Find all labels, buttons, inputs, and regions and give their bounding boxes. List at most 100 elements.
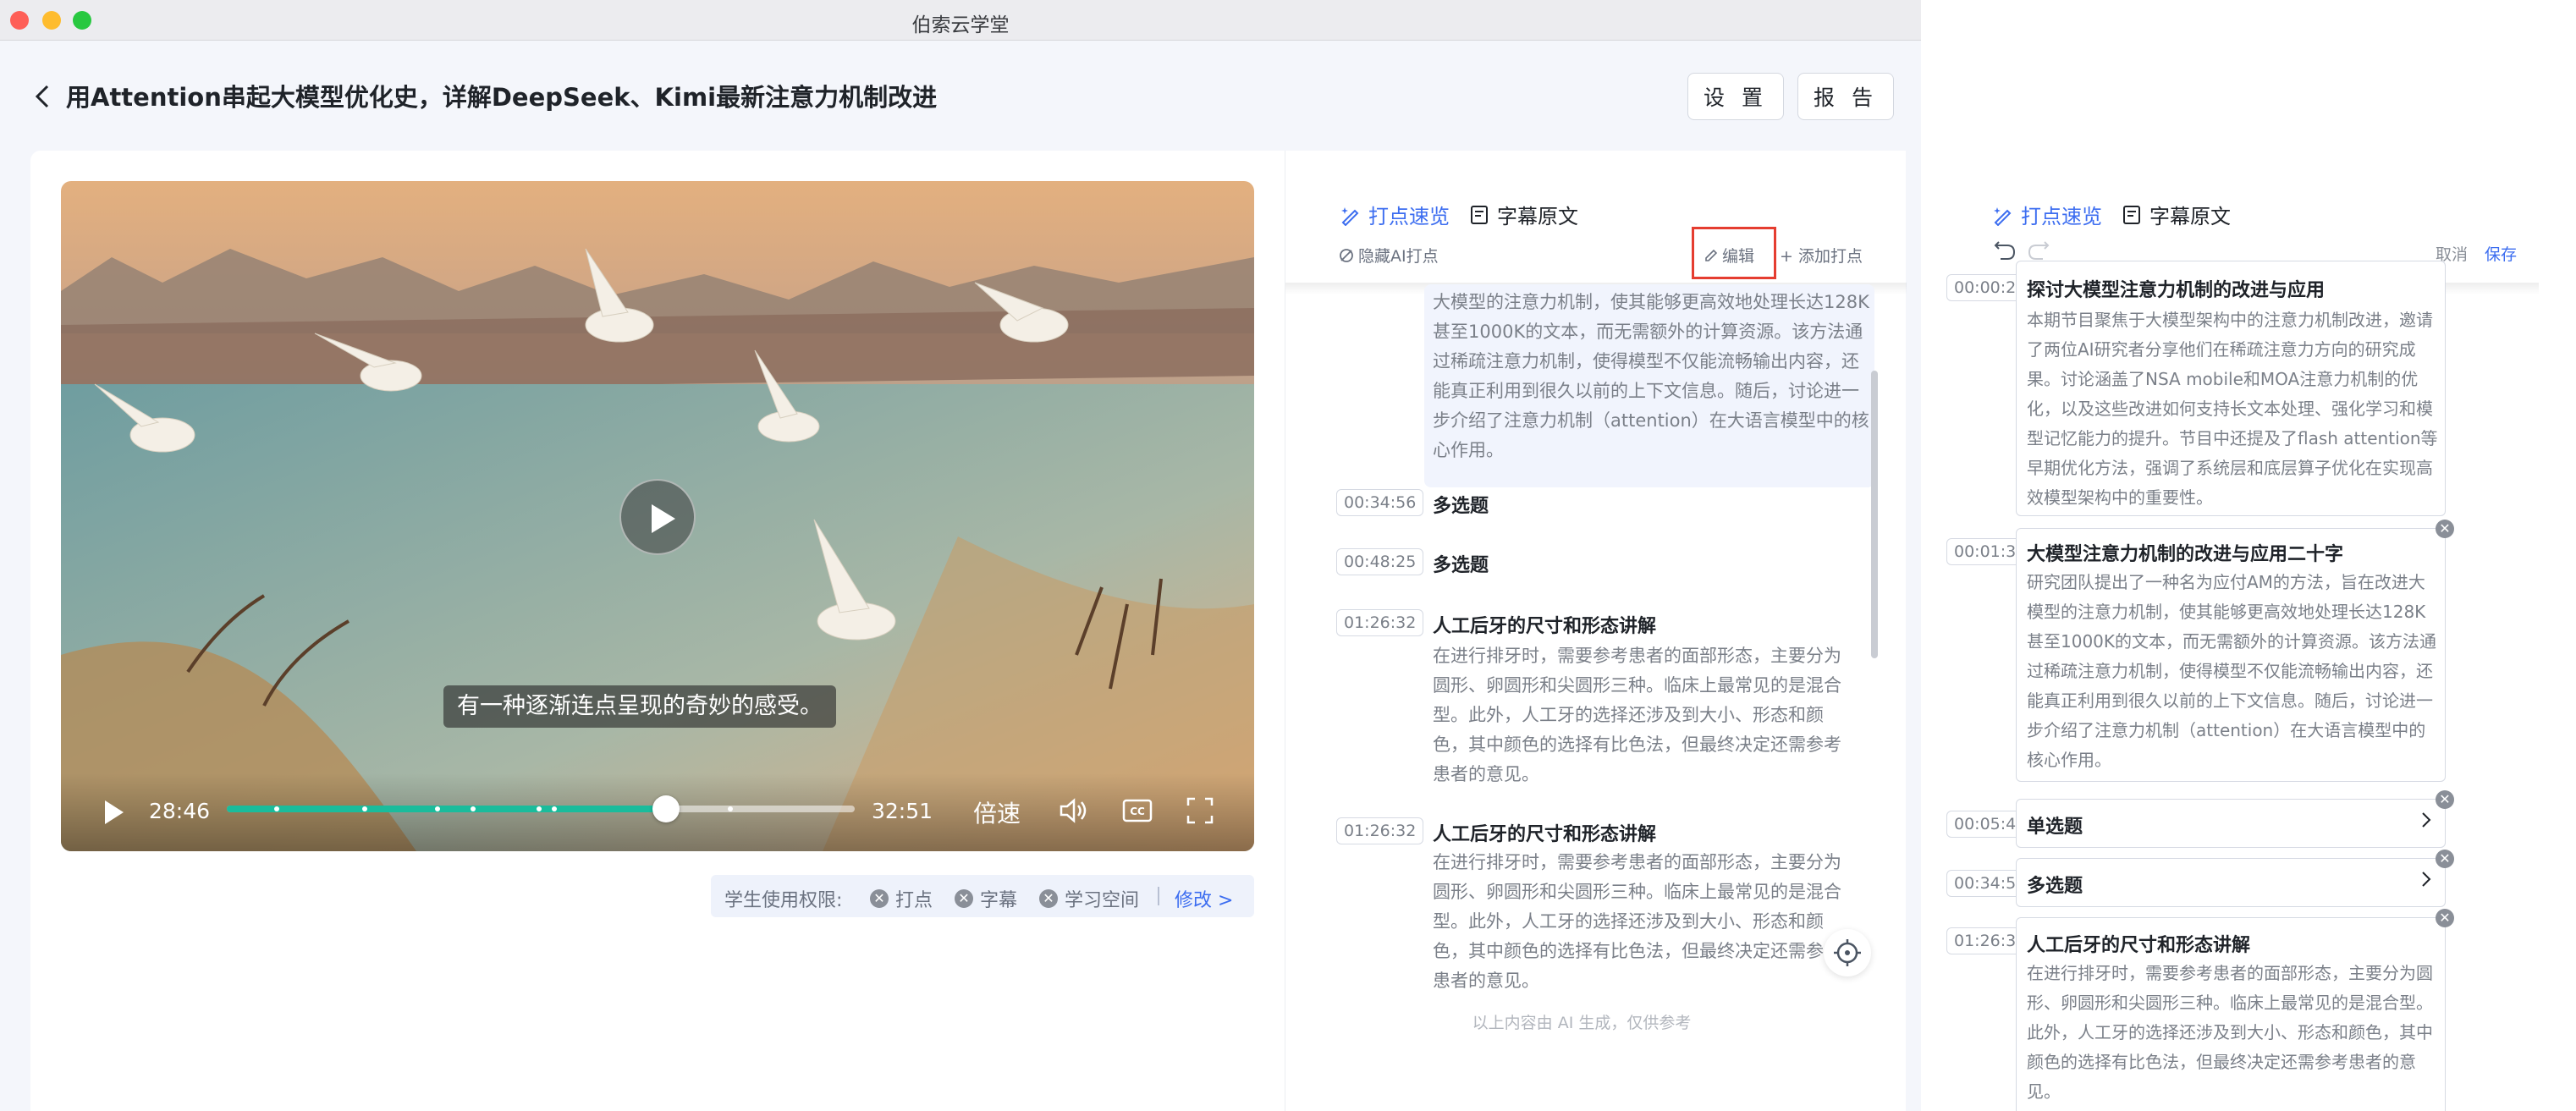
permission-study-space[interactable]: ✕ 学习空间	[1039, 885, 1139, 912]
big-play-button[interactable]	[619, 479, 696, 555]
sparkle-pen-icon	[1341, 206, 1359, 226]
card-title[interactable]: 人工后牙的尺寸和形态讲解	[2027, 930, 2250, 957]
tab-marks-overview[interactable]: 打点速览	[1340, 200, 1450, 229]
play-icon	[652, 504, 675, 533]
marker-dot[interactable]	[362, 806, 367, 811]
mark-card[interactable]: 单选题	[2016, 799, 2446, 848]
window-title: 伯索云学堂	[911, 14, 1010, 36]
close-icon: ✕	[1039, 889, 1058, 908]
app-window: 伯索云学堂 用Attention串起大模型优化史，详解DeepSeek、Kimi…	[0, 0, 1921, 1111]
scrollbar[interactable]	[1871, 371, 1878, 658]
permissions-label: 学生使用权限:	[724, 890, 843, 911]
ai-disclaimer: 以上内容由 AI 生成，仅供参考	[1472, 1014, 1692, 1032]
marker-dot[interactable]	[537, 806, 542, 811]
timestamp[interactable]: 01:26:32	[1336, 817, 1424, 844]
total-time: 32:51	[872, 799, 933, 823]
save-button[interactable]: 保存	[2485, 242, 2517, 265]
close-icon: ✕	[2439, 520, 2451, 536]
tab-marks-overview[interactable]: 打点速览	[1992, 200, 2102, 229]
chevron-right-icon	[2422, 872, 2431, 887]
edit-button[interactable]: 编辑	[1704, 244, 1754, 267]
hide-ai-marks-toggle[interactable]: 隐藏AI打点	[1338, 244, 1439, 267]
student-permissions-bar: 学生使用权限: ✕ 打点 ✕ 字幕 ✕ 学习空间 修改 >	[711, 875, 1254, 917]
fullscreen-button[interactable]	[1183, 794, 1217, 828]
page-header: 用Attention串起大模型优化史，详解DeepSeek、Kimi最新注意力机…	[0, 41, 1921, 151]
page-title: 用Attention串起大模型优化史，详解DeepSeek、Kimi最新注意力机…	[66, 83, 938, 112]
entry-title[interactable]: 人工后牙的尺寸和形态讲解	[1433, 819, 1656, 846]
mark-card[interactable]: 大模型注意力机制的改进与应用二十字 研究团队提出了一种名为应付AM的方法，旨在改…	[2016, 528, 2446, 782]
card-body[interactable]: 研究团队提出了一种名为应付AM的方法，旨在改进大模型的注意力机制，使其能够更高效…	[2027, 568, 2440, 775]
hide-eye-icon	[1340, 248, 1353, 262]
entry-body: 在进行排牙时，需要参考患者的面部形态，主要分为圆形、卵圆形和尖圆形三种。临床上最…	[1433, 852, 1841, 988]
report-button[interactable]: 报 告	[1797, 73, 1894, 120]
marker-dot[interactable]	[728, 806, 733, 811]
volume-button[interactable]	[1056, 794, 1090, 828]
permission-marks[interactable]: ✕ 打点	[870, 885, 933, 912]
marker-dot[interactable]	[435, 806, 440, 811]
captions-button[interactable]: CC	[1120, 794, 1154, 828]
card-title[interactable]: 大模型注意力机制的改进与应用二十字	[2027, 539, 2343, 566]
card-title[interactable]: 单选题	[2027, 811, 2083, 839]
progress-fill	[227, 806, 667, 812]
locate-current-button[interactable]	[1824, 929, 1871, 976]
play-button[interactable]	[103, 799, 125, 826]
progress-knob[interactable]	[652, 795, 680, 822]
subtitle-doc-icon	[2123, 205, 2140, 224]
svg-text:CC: CC	[1130, 806, 1145, 817]
mark-card[interactable]: 多选题	[2016, 858, 2446, 907]
video-subtitle: 有一种逐渐连点呈现的奇妙的感受。	[443, 685, 836, 728]
marks-panel: 打点速览 字幕原文 隐藏AI打点 编辑 + 添加打点 大模型的注意力机制，使其能…	[1285, 151, 1907, 1111]
edit-mode-panel: 打点速览 字幕原文 取消 保存 00:00:21 探讨大模型注意力机制的改进与应…	[1946, 151, 2539, 1111]
play-icon	[105, 800, 124, 824]
card-title[interactable]: 探讨大模型注意力机制的改进与应用	[2027, 275, 2325, 302]
entry-body: 在进行排牙时，需要参考患者的面部形态，主要分为圆形、卵圆形和尖圆形三种。临床上最…	[1433, 646, 1841, 784]
delete-card-button[interactable]: ✕	[2436, 790, 2454, 809]
entry-title[interactable]: 多选题	[1433, 491, 1489, 518]
delete-card-button[interactable]: ✕	[2436, 909, 2454, 927]
timestamp[interactable]: 01:26:32	[1336, 609, 1424, 636]
tab-subtitle-text[interactable]: 字幕原文	[2121, 200, 2231, 229]
close-icon: ✕	[2439, 910, 2451, 926]
title-bar: 伯索云学堂	[0, 0, 1921, 41]
speed-button[interactable]: 倍速	[973, 795, 1021, 829]
mark-card[interactable]: 探讨大模型注意力机制的改进与应用 本期节目聚焦于大模型架构中的注意力机制改进，邀…	[2016, 261, 2446, 516]
subtitle-doc-icon	[1471, 205, 1488, 224]
settings-button[interactable]: 设 置	[1687, 73, 1784, 120]
card-body[interactable]: 在进行排牙时，需要参考患者的面部形态，主要分为圆形、卵圆形和尖圆形三种。临床上最…	[2027, 959, 2440, 1107]
active-mark-text: 大模型的注意力机制，使其能够更高效地处理长达128K甚至1000K的文本，而无需…	[1433, 292, 1869, 460]
marker-dot[interactable]	[274, 806, 279, 811]
progress-bar[interactable]	[227, 795, 855, 822]
tab-subtitle-text[interactable]: 字幕原文	[1468, 200, 1578, 229]
marker-dot[interactable]	[552, 806, 557, 811]
timestamp[interactable]: 00:48:25	[1336, 548, 1424, 575]
close-icon: ✕	[2439, 791, 2451, 807]
chevron-right-icon	[2422, 812, 2431, 828]
modify-permissions-link[interactable]: 修改 >	[1175, 885, 1233, 912]
player-controls: 28:46 32:51 倍速 CC	[61, 773, 1254, 851]
chevron-right-icon: >	[1218, 890, 1234, 911]
timestamp[interactable]: 00:34:56	[1336, 489, 1424, 516]
divider	[1158, 887, 1159, 905]
undo-button[interactable]	[1992, 239, 2017, 264]
mark-card[interactable]: 人工后牙的尺寸和形态讲解 在进行排牙时，需要参考患者的面部形态，主要分为圆形、卵…	[2016, 917, 2446, 1111]
current-time: 28:46	[149, 799, 211, 823]
fullscreen-icon	[1186, 797, 1214, 824]
entry-title[interactable]: 多选题	[1433, 550, 1489, 577]
close-icon: ✕	[2439, 850, 2451, 866]
plus-icon: +	[1780, 247, 1798, 266]
back-button[interactable]	[30, 81, 56, 112]
entry-title[interactable]: 人工后牙的尺寸和形态讲解	[1433, 611, 1656, 638]
card-body[interactable]: 本期节目聚焦于大模型架构中的注意力机制改进，邀请了两位AI研究者分享他们在稀疏注…	[2027, 305, 2440, 513]
back-icon	[35, 85, 49, 108]
pencil-icon	[1705, 249, 1718, 261]
marker-dot[interactable]	[471, 806, 476, 811]
undo-icon	[1994, 241, 2016, 260]
delete-card-button[interactable]: ✕	[2436, 850, 2454, 868]
close-icon: ✕	[955, 889, 973, 908]
video-player[interactable]: 有一种逐渐连点呈现的奇妙的感受。 28:46 32:51 倍速 CC	[61, 181, 1254, 851]
volume-icon	[1060, 798, 1087, 823]
permission-subtitles[interactable]: ✕ 字幕	[955, 885, 1017, 912]
card-title[interactable]: 多选题	[2027, 871, 2083, 898]
add-mark-button[interactable]: + 添加打点	[1780, 244, 1863, 267]
delete-card-button[interactable]: ✕	[2436, 520, 2454, 538]
